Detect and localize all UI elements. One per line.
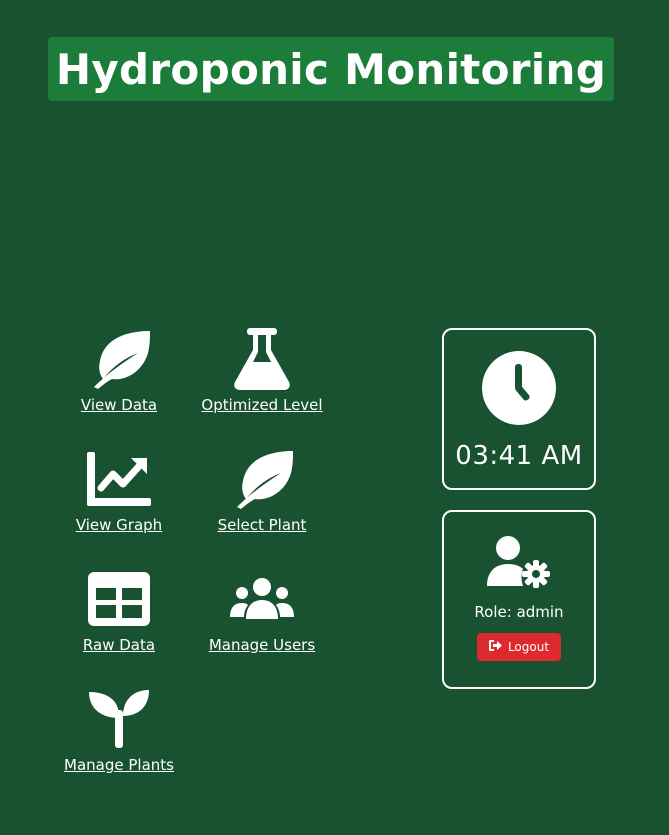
nav-optimized-level[interactable]: Optimized Level [192, 328, 332, 414]
table-icon [84, 568, 154, 630]
nav-manage-users[interactable]: Manage Users [192, 568, 332, 654]
nav-label-manage-plants: Manage Plants [64, 756, 174, 774]
clock-card: 03:41 AM [442, 328, 596, 490]
page-title: Hydroponic Monitoring [55, 44, 607, 94]
user-gear-icon [487, 536, 551, 593]
leaf-icon [84, 328, 154, 390]
title-banner: Hydroponic Monitoring [48, 37, 614, 101]
user-card: Role: admin Logout [442, 510, 596, 689]
nav-raw-data[interactable]: Raw Data [49, 568, 189, 654]
chart-line-icon [84, 448, 154, 510]
nav-label-manage-users: Manage Users [208, 636, 316, 654]
nav-select-plant[interactable]: Select Plant [192, 448, 332, 534]
nav-label-view-data: View Data [80, 396, 158, 414]
clock-time: 03:41 AM [455, 441, 583, 471]
nav-label-view-graph: View Graph [75, 516, 163, 534]
role-label: Role: admin [474, 603, 564, 621]
nav-view-graph[interactable]: View Graph [49, 448, 189, 534]
sign-out-icon [488, 640, 502, 654]
nav-label-optimized-level: Optimized Level [201, 396, 323, 414]
logout-label: Logout [507, 640, 550, 654]
logout-button[interactable]: Logout [476, 633, 562, 661]
nav-view-data[interactable]: View Data [49, 328, 189, 414]
nav-label-raw-data: Raw Data [82, 636, 156, 654]
clock-icon [481, 350, 557, 431]
flask-icon [227, 328, 297, 390]
nav-manage-plants[interactable]: Manage Plants [49, 688, 189, 774]
users-icon [227, 568, 297, 630]
nav-label-select-plant: Select Plant [217, 516, 307, 534]
leaf-icon [227, 448, 297, 510]
seedling-icon [84, 688, 154, 750]
